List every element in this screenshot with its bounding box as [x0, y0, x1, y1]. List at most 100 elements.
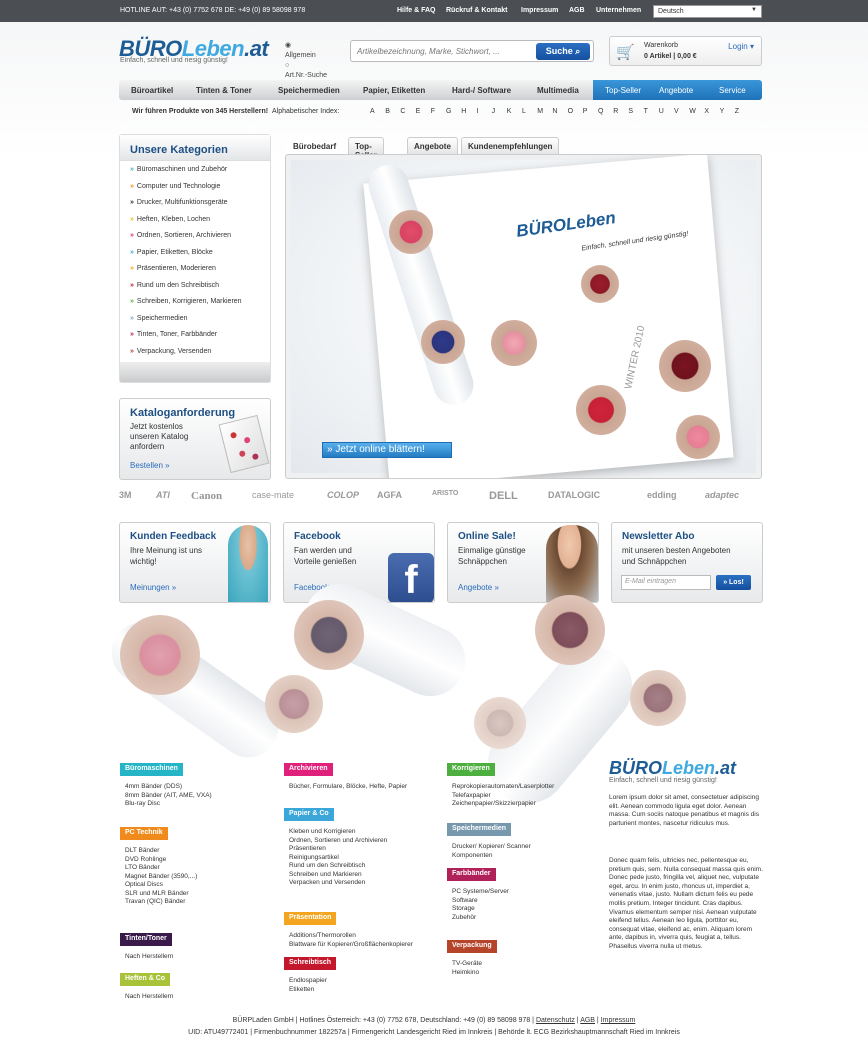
login-link[interactable]: Login ▾	[728, 42, 754, 51]
search-input[interactable]	[357, 42, 537, 60]
index-letter[interactable]: M	[537, 108, 543, 115]
index-letter[interactable]: T	[644, 108, 648, 115]
index-letter[interactable]: C	[400, 108, 405, 115]
footer-section-title[interactable]: Korrigieren	[447, 763, 495, 776]
nav-item-hardware-software[interactable]: Hard-/ Software	[452, 86, 511, 95]
brand-datalogic[interactable]: DATALOGIC	[548, 490, 600, 500]
nav-item-ink-toner[interactable]: Tinten & Toner	[196, 86, 252, 95]
footer-link[interactable]: Reinigungsartikel	[289, 854, 387, 863]
brand-adaptec[interactable]: adaptec	[705, 490, 739, 500]
sidebar-item[interactable]: » Computer und Technologie	[120, 183, 270, 200]
search-button[interactable]: Suche ⌕	[536, 43, 590, 60]
sidebar-item[interactable]: » Heften, Kleben, Lochen	[120, 216, 270, 233]
footer-link[interactable]: Nach Herstellern	[125, 953, 173, 962]
sidebar-item[interactable]: » Papier, Etiketten, Blöcke	[120, 249, 270, 266]
index-letter[interactable]: P	[583, 108, 588, 115]
footer-section-title[interactable]: Tinten/Toner	[120, 933, 172, 946]
agb-link[interactable]: AGB	[580, 1017, 595, 1024]
index-letter[interactable]: X	[704, 108, 709, 115]
link-imprint[interactable]: Impressum	[521, 7, 558, 14]
index-letter[interactable]: R	[613, 108, 618, 115]
index-letter[interactable]: L	[522, 108, 526, 115]
footer-link[interactable]: Reprokopierautomaten/Laserplotter	[452, 783, 554, 792]
cart-box[interactable]: 🛒 Warenkorb 0 Artikel | 0,00 € Login ▾	[609, 36, 762, 66]
tab-offers[interactable]: Angebote	[407, 137, 458, 154]
privacy-link[interactable]: Datenschutz	[536, 1017, 575, 1024]
brand-3m[interactable]: 3M	[119, 490, 132, 500]
footer-section-title[interactable]: Verpackung	[447, 940, 497, 953]
brand-case-mate[interactable]: case-mate	[252, 490, 294, 500]
brand-agfa[interactable]: AGFA	[377, 490, 402, 500]
sidebar-item[interactable]: » Speichermedien	[120, 315, 270, 332]
footer-link[interactable]: Blattware für Kopierer/Großflächenkopier…	[289, 941, 413, 950]
sidebar-item[interactable]: » Tinten, Toner, Farbbänder	[120, 331, 270, 348]
link-help-faq[interactable]: Hilfe & FAQ	[397, 7, 436, 14]
footer-link[interactable]: Zubehör	[452, 914, 509, 923]
email-field[interactable]: E-Mail eintragen	[621, 575, 711, 590]
footer-link[interactable]: Rund um den Schreibtisch	[289, 862, 387, 871]
feedback-link[interactable]: Meinungen »	[130, 583, 176, 592]
tab-customer-recommendations[interactable]: Kundenempfehlungen	[461, 137, 560, 154]
footer-link[interactable]: Storage	[452, 905, 509, 914]
footer-link[interactable]: DLT Bänder	[125, 847, 197, 856]
footer-link[interactable]: Heimkino	[452, 969, 482, 978]
browse-online-button[interactable]: » Jetzt online blättern!	[322, 442, 452, 458]
index-letter[interactable]: A	[370, 108, 375, 115]
index-letter[interactable]: Z	[735, 108, 739, 115]
footer-link[interactable]: TV-Geräte	[452, 960, 482, 969]
index-letter[interactable]: H	[461, 108, 466, 115]
index-letter[interactable]: O	[568, 108, 573, 115]
brand-ati[interactable]: ATI	[156, 490, 170, 500]
nav-item-paper[interactable]: Papier, Etiketten	[363, 86, 425, 95]
footer-link[interactable]: Optical Discs	[125, 881, 197, 890]
footer-link[interactable]: Bücher, Formulare, Blöcke, Hefte, Papier	[289, 783, 407, 792]
brand-colop[interactable]: COLOP	[327, 490, 359, 500]
index-letter[interactable]: G	[446, 108, 451, 115]
nav-item-top-seller[interactable]: Top-Seller	[605, 86, 641, 95]
index-letter[interactable]: J	[492, 108, 496, 115]
footer-link[interactable]: 4mm Bänder (DDS)	[125, 783, 212, 792]
sidebar-item[interactable]: » Ordnen, Sortieren, Archivieren	[120, 232, 270, 249]
index-letter[interactable]: S	[628, 108, 633, 115]
footer-section-title[interactable]: PC Technik	[120, 827, 168, 840]
link-company[interactable]: Unternehmen	[596, 7, 641, 14]
nav-item-office[interactable]: Büroartikel	[131, 86, 173, 95]
newsletter-submit-button[interactable]: » Los!	[716, 575, 751, 590]
brand-aristo[interactable]: ARISTO	[432, 490, 458, 497]
sidebar-item[interactable]: » Rund um den Schreibtisch	[120, 282, 270, 299]
language-select[interactable]: Deutsch ▼	[653, 5, 762, 18]
footer-link[interactable]: Etiketten	[289, 986, 327, 995]
link-callback-contact[interactable]: Rückruf & Kontakt	[446, 7, 507, 14]
footer-section-title[interactable]: Präsentation	[284, 912, 337, 925]
footer-link[interactable]: LTO Bänder	[125, 864, 197, 873]
sidebar-item[interactable]: » Präsentieren, Moderieren	[120, 265, 270, 282]
footer-link[interactable]: Präsentieren	[289, 845, 387, 854]
footer-link[interactable]: Endlospapier	[289, 977, 327, 986]
link-agb[interactable]: AGB	[569, 7, 585, 14]
index-letter[interactable]: B	[385, 108, 390, 115]
footer-section-title[interactable]: Archivieren	[284, 763, 333, 776]
index-letter[interactable]: E	[416, 108, 421, 115]
footer-link[interactable]: Telefaxpapier	[452, 792, 554, 801]
brand-canon[interactable]: Canon	[191, 490, 222, 502]
footer-link[interactable]: PC Systeme/Server	[452, 888, 509, 897]
index-letter[interactable]: W	[689, 108, 696, 115]
footer-link[interactable]: DVD Rohlinge	[125, 856, 197, 865]
footer-section-title[interactable]: Speichermedien	[447, 823, 512, 836]
footer-link[interactable]: SLR und MLR Bänder	[125, 890, 197, 899]
footer-link[interactable]: Additions/Thermorollen	[289, 932, 413, 941]
index-letter[interactable]: I	[476, 108, 478, 115]
footer-section-title[interactable]: Schreibtisch	[284, 957, 337, 970]
footer-section-title[interactable]: Farbbänder	[447, 868, 496, 881]
tab-top-seller[interactable]: Top-Seller	[348, 137, 384, 160]
tab-office-supplies[interactable]: Bürobedarf	[286, 137, 344, 154]
footer-link[interactable]: Zeichenpapier/Skizzierpapier	[452, 800, 554, 809]
footer-link[interactable]: Ordnen, Sortieren und Archivieren	[289, 837, 387, 846]
brand-edding[interactable]: edding	[647, 490, 677, 500]
footer-link[interactable]: 8mm Bänder (AIT, AME, VXA)	[125, 792, 212, 801]
index-letter[interactable]: K	[507, 108, 512, 115]
imprint-link[interactable]: Impressum	[601, 1017, 636, 1024]
footer-link[interactable]: Nach Herstellern	[125, 993, 173, 1002]
index-letter[interactable]: F	[431, 108, 435, 115]
catalog-order-link[interactable]: Bestellen »	[130, 461, 170, 470]
